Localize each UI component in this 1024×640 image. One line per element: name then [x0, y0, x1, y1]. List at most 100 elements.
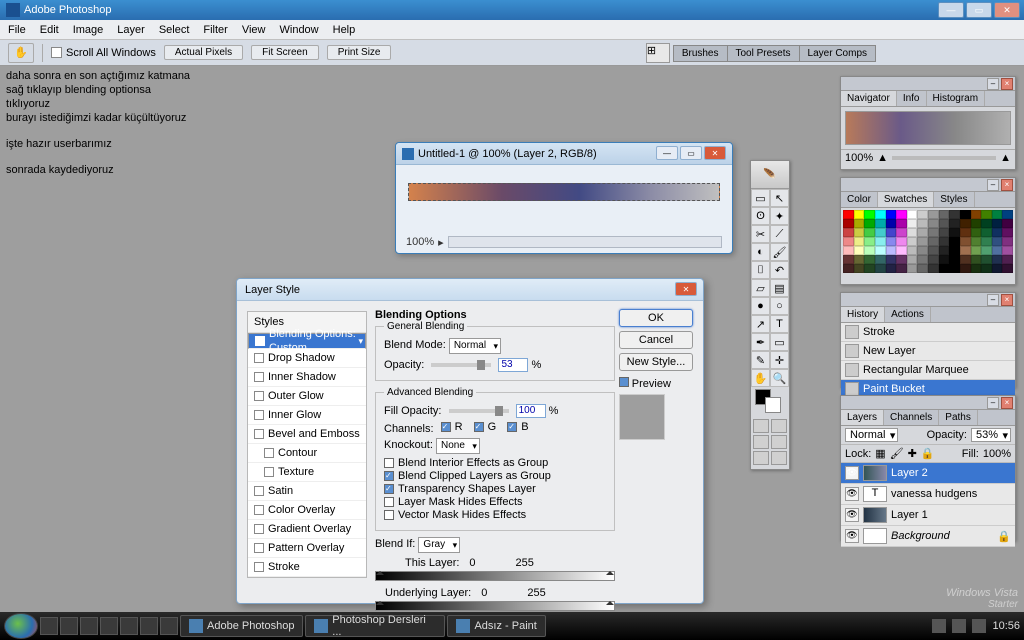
history-tab[interactable]: History	[841, 307, 885, 322]
swatch[interactable]	[864, 237, 875, 246]
quick-launch-icon[interactable]	[80, 617, 98, 635]
swatch[interactable]	[928, 237, 939, 246]
swatch[interactable]	[981, 210, 992, 219]
zoom-out-icon[interactable]: ▲	[877, 152, 888, 164]
menu-image[interactable]: Image	[73, 24, 104, 36]
hand-tool[interactable]: ✋	[751, 369, 770, 387]
fill-opacity-input[interactable]: 100	[516, 404, 546, 418]
styles-tab[interactable]: Styles	[934, 192, 974, 207]
layer-row[interactable]: 👁Tvanessa hudgens	[841, 484, 1015, 505]
swatch[interactable]	[864, 210, 875, 219]
swatch[interactable]	[907, 255, 918, 264]
swatch[interactable]	[992, 255, 1003, 264]
marquee-tool[interactable]: ▭	[751, 189, 770, 207]
swatch[interactable]	[917, 264, 928, 273]
swatch[interactable]	[886, 228, 897, 237]
notes-tool[interactable]: ✎	[751, 351, 770, 369]
blend-clipped-checkbox[interactable]	[384, 471, 394, 481]
swatch-grid[interactable]	[841, 208, 1015, 275]
swatch[interactable]	[886, 210, 897, 219]
swatch[interactable]	[939, 237, 950, 246]
stroke-row[interactable]: Stroke	[248, 558, 366, 577]
swatch[interactable]	[992, 210, 1003, 219]
swatch[interactable]	[875, 255, 886, 264]
layer-fill-input[interactable]: 100%	[983, 448, 1011, 460]
swatch[interactable]	[928, 219, 939, 228]
slice-tool[interactable]: ⟋	[770, 225, 789, 243]
taskbar-app[interactable]: Adobe Photoshop	[180, 615, 303, 637]
swatch[interactable]	[949, 228, 960, 237]
swatch[interactable]	[896, 255, 907, 264]
swatch[interactable]	[896, 219, 907, 228]
background-color[interactable]	[765, 397, 781, 413]
swatch[interactable]	[971, 237, 982, 246]
swatch[interactable]	[875, 210, 886, 219]
swatch[interactable]	[1002, 228, 1013, 237]
swatch[interactable]	[896, 246, 907, 255]
pattern-overlay-row[interactable]: Pattern Overlay	[248, 539, 366, 558]
fit-screen-button[interactable]: Fit Screen	[251, 45, 319, 60]
quick-launch-icon[interactable]	[40, 617, 58, 635]
color-overlay-row[interactable]: Color Overlay	[248, 501, 366, 520]
brush-tool[interactable]: 🖌	[770, 243, 789, 261]
swatch[interactable]	[896, 264, 907, 273]
swatch[interactable]	[843, 264, 854, 273]
swatch[interactable]	[939, 228, 950, 237]
swatch[interactable]	[843, 246, 854, 255]
history-item[interactable]: Stroke	[841, 323, 1015, 342]
swatch[interactable]	[907, 219, 918, 228]
swatch[interactable]	[875, 264, 886, 273]
doc-minimize-button[interactable]: —	[656, 146, 678, 160]
menu-layer[interactable]: Layer	[117, 24, 145, 36]
swatch[interactable]	[971, 228, 982, 237]
swatch[interactable]	[886, 264, 897, 273]
swatch[interactable]	[960, 237, 971, 246]
new-style-button[interactable]: New Style...	[619, 353, 693, 371]
swatch[interactable]	[875, 228, 886, 237]
swatch[interactable]	[843, 228, 854, 237]
menu-view[interactable]: View	[242, 24, 266, 36]
swatch[interactable]	[928, 246, 939, 255]
swatch[interactable]	[843, 210, 854, 219]
swatch[interactable]	[981, 246, 992, 255]
maximize-button[interactable]: ▭	[966, 2, 992, 18]
swatch[interactable]	[949, 264, 960, 273]
panel-close-icon[interactable]: ×	[1001, 294, 1013, 306]
menu-select[interactable]: Select	[159, 24, 190, 36]
blur-tool[interactable]: ●	[751, 297, 770, 315]
blending-options-row[interactable]: Blending Options: Custom	[248, 333, 366, 349]
swatch[interactable]	[992, 237, 1003, 246]
preview-checkbox[interactable]	[619, 377, 629, 387]
jump-to-button[interactable]	[753, 451, 769, 465]
swatch[interactable]	[854, 219, 865, 228]
menu-window[interactable]: Window	[280, 24, 319, 36]
channel-b-checkbox[interactable]	[507, 422, 517, 432]
pen-tool[interactable]: ✒	[751, 333, 770, 351]
opacity-input[interactable]: 53	[498, 358, 528, 372]
jump-to-button-2[interactable]	[771, 451, 787, 465]
navigator-view[interactable]	[845, 111, 1011, 145]
menu-file[interactable]: File	[8, 24, 26, 36]
toggle-palettes-icon[interactable]: ⊞	[646, 43, 670, 63]
swatch[interactable]	[992, 246, 1003, 255]
eraser-tool[interactable]: ▱	[751, 279, 770, 297]
move-tool[interactable]: ↖	[770, 189, 789, 207]
screen-mode-2[interactable]	[771, 419, 787, 433]
swatch[interactable]	[864, 219, 875, 228]
quick-launch-icon[interactable]	[60, 617, 78, 635]
lock-paint-icon[interactable]: 🖌	[890, 447, 904, 460]
swatch[interactable]	[981, 255, 992, 264]
visibility-icon[interactable]: 👁	[845, 466, 859, 480]
info-tab[interactable]: Info	[897, 91, 927, 106]
swatch[interactable]	[971, 264, 982, 273]
swatch[interactable]	[875, 246, 886, 255]
hand-tool-icon[interactable]: ✋	[8, 43, 34, 63]
clock[interactable]: 10:56	[992, 620, 1020, 632]
swatch[interactable]	[928, 255, 939, 264]
navigator-tab[interactable]: Navigator	[841, 91, 897, 106]
swatch[interactable]	[843, 255, 854, 264]
gradient-tool[interactable]: ▤	[770, 279, 789, 297]
swatch[interactable]	[949, 237, 960, 246]
history-item[interactable]: New Layer	[841, 342, 1015, 361]
bevel-emboss-row[interactable]: Bevel and Emboss	[248, 425, 366, 444]
